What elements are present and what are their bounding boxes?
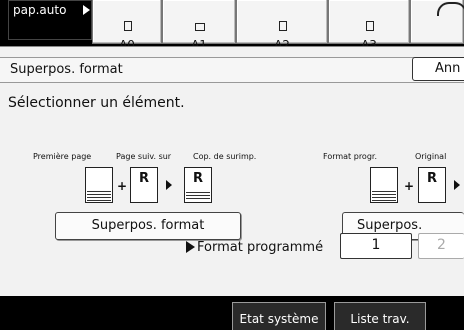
system-status-button[interactable]: Etat système [232,302,326,330]
programmed-format-row: Format programmé [186,240,323,255]
paper-a2-button[interactable]: A2 [236,0,328,52]
program-2-button[interactable]: 2 [418,233,464,259]
landscape-paper-icon [194,23,205,31]
lined-page-icon [85,167,113,203]
portrait-paper-icon [365,21,374,31]
r-page-icon: R [418,167,446,203]
paper-auto-select[interactable]: pap.auto [8,0,92,40]
portrait-paper-icon [123,21,132,31]
play-arrow-icon [186,241,195,253]
play-arrow-icon [83,5,90,15]
portrait-paper-icon [278,21,287,31]
paper-a0-button[interactable]: A0 [92,0,162,52]
page-title: Superpos. format [10,62,123,77]
cancel-button[interactable]: Ann [412,57,464,81]
panel-title-row: Superpos. format [0,57,464,83]
original-label: Original [415,152,447,161]
r-page-icon: R [130,167,158,203]
paper-a3-button[interactable]: A3 [328,0,410,52]
arrow-right-icon [166,180,172,190]
programmed-format-label: Format progr. [323,152,377,161]
arrow-right-icon [454,180,460,190]
overlay-format-panel: Superpos. format Ann Sélectionner un élé… [0,46,464,296]
paper-a1-button[interactable]: A1 [162,0,236,52]
paper-size-bar: pap.auto A0 A1 A2 A3 [0,0,464,52]
bottom-bar: Etat système Liste trav. [0,296,464,330]
programmed-format-text: Format programmé [197,240,324,255]
plus-icon: + [117,179,128,193]
program-1-button[interactable]: 1 [340,233,412,259]
paper-next-button[interactable] [410,0,464,44]
overlay-result-icon: R [184,167,212,203]
plus-icon: + [404,179,415,193]
next-page-label: Page suiv. sur [116,152,172,161]
instruction-text: Sélectionner un élément. [8,95,185,111]
lined-page-icon [370,167,398,203]
overlay-format-button-left[interactable]: Superpos. format [55,212,241,240]
paper-auto-label: pap.auto [13,3,67,17]
first-page-label: Première page [33,152,92,161]
overlay-copy-label: Cop. de surimp. [193,152,257,161]
rotate-icon [437,2,464,16]
job-list-button[interactable]: Liste trav. [334,302,426,330]
